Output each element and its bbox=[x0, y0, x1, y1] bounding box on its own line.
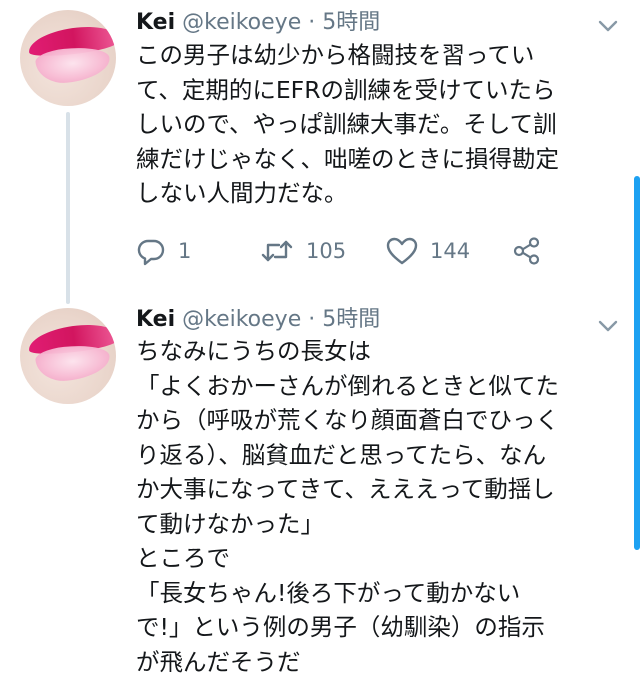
tweet-text-line: て、定期的にEFRの訓練を受けていたら bbox=[136, 75, 556, 104]
tweet-text-line: 「よくおかーさんが倒れるときと似てた bbox=[136, 371, 559, 400]
retweet-count: 105 bbox=[306, 239, 347, 263]
tweet-text-line: しない人間力だな。 bbox=[136, 179, 348, 207]
retweet-button[interactable]: 105 bbox=[260, 233, 346, 269]
tweet-text-line: り返る）、脳貧血だと思ってたら、なん bbox=[136, 440, 547, 469]
author-handle[interactable]: @keikoeye bbox=[182, 10, 301, 35]
avatar[interactable] bbox=[20, 308, 116, 404]
reply-icon bbox=[136, 236, 166, 266]
tweet-timestamp[interactable]: 5時間 bbox=[322, 10, 380, 35]
thread-line bbox=[66, 112, 70, 304]
scrollbar[interactable] bbox=[634, 176, 640, 550]
tweet-1[interactable]: Kei @keikoeye · 5時間 この男子は幼少から格闘技を習ってい て、… bbox=[0, 0, 640, 304]
chevron-down-icon[interactable] bbox=[597, 318, 619, 332]
tweet-text-line: しいので、やっぱ訓練大事だ。そして訓 bbox=[136, 110, 557, 138]
tweet-text-line: ちなみにうちの長女は bbox=[136, 337, 371, 365]
retweet-icon bbox=[260, 236, 294, 266]
tweet-text: この男子は幼少から格闘技を習ってい て、定期的にEFRの訓練を受けていたら しい… bbox=[136, 38, 626, 211]
chevron-down-icon[interactable] bbox=[597, 18, 619, 32]
reply-count: 1 bbox=[178, 239, 192, 263]
avatar[interactable] bbox=[20, 10, 116, 106]
tweet-text-line: が飛んだそうだ bbox=[136, 647, 301, 676]
header-separator: · bbox=[308, 10, 316, 35]
tweet-text-line: この男子は幼少から格闘技を習ってい bbox=[136, 41, 535, 69]
like-count: 144 bbox=[430, 239, 471, 263]
tweet-text-line: ところで bbox=[136, 544, 230, 572]
share-button[interactable] bbox=[512, 233, 542, 269]
tweet-text-line: から（呼吸が荒くなり顔面蒼白でひっく bbox=[136, 406, 559, 434]
tweet-header: Kei @keikoeye · 5時間 bbox=[136, 306, 380, 334]
tweet-text: ちなみにうちの長女は 「よくおかーさんが倒れるときと似てた から（呼吸が荒くなり… bbox=[136, 334, 626, 679]
like-button[interactable]: 144 bbox=[386, 233, 470, 269]
tweet-text-line: て動けなかった」 bbox=[136, 509, 324, 538]
author-name[interactable]: Kei bbox=[136, 307, 175, 332]
author-name[interactable]: Kei bbox=[136, 10, 175, 35]
tweet-timestamp[interactable]: 5時間 bbox=[322, 307, 380, 332]
share-icon bbox=[512, 236, 542, 266]
tweet-header: Kei @keikoeye · 5時間 bbox=[136, 9, 380, 37]
tweet-actions: 1 105 144 bbox=[136, 233, 616, 269]
heart-icon bbox=[386, 236, 418, 266]
reply-button[interactable]: 1 bbox=[136, 233, 191, 269]
tweet-text-line: で!」という例の男子（幼馴染）の指示 bbox=[136, 613, 545, 641]
tweet-text-line: 「長女ちゃん!後ろ下がって動かない bbox=[136, 578, 521, 607]
tweet-2[interactable]: Kei @keikoeye · 5時間 ちなみにうちの長女は 「よくおかーさんが… bbox=[0, 296, 640, 689]
tweet-text-line: 練だけじゃなく、咄嗟のときに損得勘定 bbox=[136, 144, 559, 173]
tweet-text-line: か大事になってきて、えええって動揺し bbox=[136, 475, 555, 503]
author-handle[interactable]: @keikoeye bbox=[182, 307, 301, 332]
header-separator: · bbox=[308, 307, 316, 332]
